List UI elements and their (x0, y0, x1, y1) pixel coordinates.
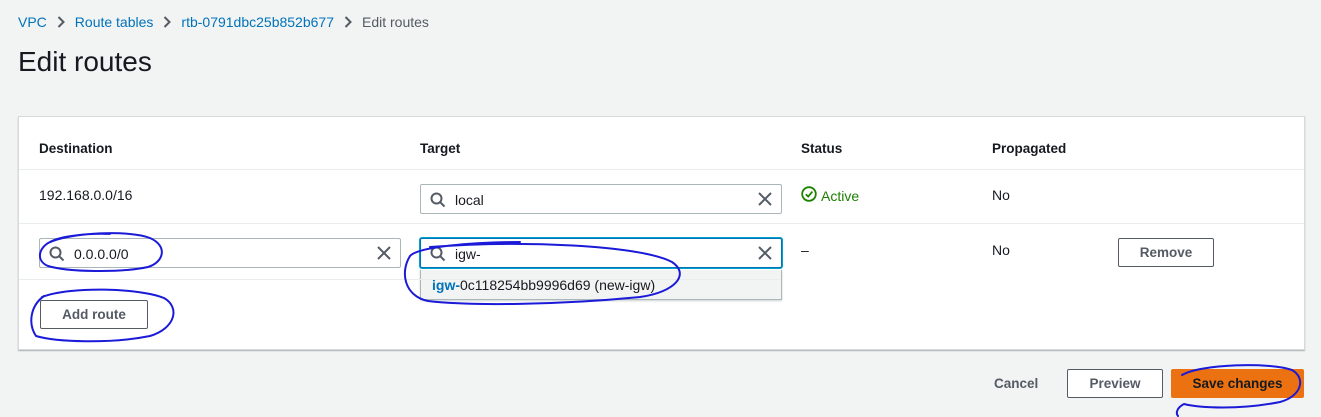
breadcrumb-vpc[interactable]: VPC (18, 14, 47, 30)
remove-route-button[interactable]: Remove (1118, 238, 1214, 267)
target-suggestion-list: igw- 0c118254bb9996d69 (new-igw) (420, 270, 782, 300)
target-input[interactable]: local (420, 184, 782, 214)
chevron-right-icon (57, 16, 65, 28)
breadcrumb-current: Edit routes (361, 14, 429, 30)
route-status: – (801, 242, 809, 258)
close-icon[interactable] (376, 245, 392, 266)
column-header-propagated: Propagated (992, 141, 1067, 156)
breadcrumb: VPC Route tables rtb-0791dbc25b852b677 E… (18, 14, 429, 30)
breadcrumb-route-tables[interactable]: Route tables (75, 14, 154, 30)
route-propagated: No (992, 187, 1010, 203)
target-suggestion-option[interactable]: igw- 0c118254bb9996d69 (new-igw) (421, 270, 781, 299)
preview-button[interactable]: Preview (1067, 369, 1163, 398)
route-destination: 192.168.0.0/16 (39, 187, 133, 203)
save-changes-button[interactable]: Save changes (1171, 369, 1304, 398)
route-propagated: No (992, 242, 1010, 258)
target-input-value: igw- (455, 246, 481, 262)
search-icon (430, 246, 446, 267)
header-divider (19, 169, 1304, 170)
chevron-right-icon (344, 16, 352, 28)
row-divider (19, 223, 1304, 224)
chevron-right-icon (163, 16, 172, 28)
close-icon[interactable] (757, 245, 773, 266)
page-title: Edit routes (18, 46, 152, 77)
status-badge: Active (801, 186, 859, 205)
add-route-button[interactable]: Add route (40, 300, 148, 329)
check-circle-icon (801, 186, 821, 205)
column-header-target: Target (420, 141, 461, 156)
destination-input-value: 0.0.0.0/0 (74, 246, 129, 262)
search-icon (430, 192, 446, 213)
destination-input[interactable]: 0.0.0.0/0 (39, 238, 401, 268)
status-text: Active (821, 187, 860, 204)
breadcrumb-route-table-id[interactable]: rtb-0791dbc25b852b677 (181, 14, 334, 30)
search-icon (49, 246, 65, 267)
column-header-status: Status (801, 141, 843, 156)
close-icon[interactable] (757, 191, 773, 212)
column-header-destination: Destination (39, 141, 113, 156)
row-divider (19, 279, 780, 280)
cancel-button[interactable]: Cancel (994, 376, 1038, 391)
target-input-value: local (455, 192, 484, 208)
routes-panel: Destination Target Status Propagated 192… (18, 116, 1305, 350)
target-input[interactable]: igw- (420, 238, 782, 268)
